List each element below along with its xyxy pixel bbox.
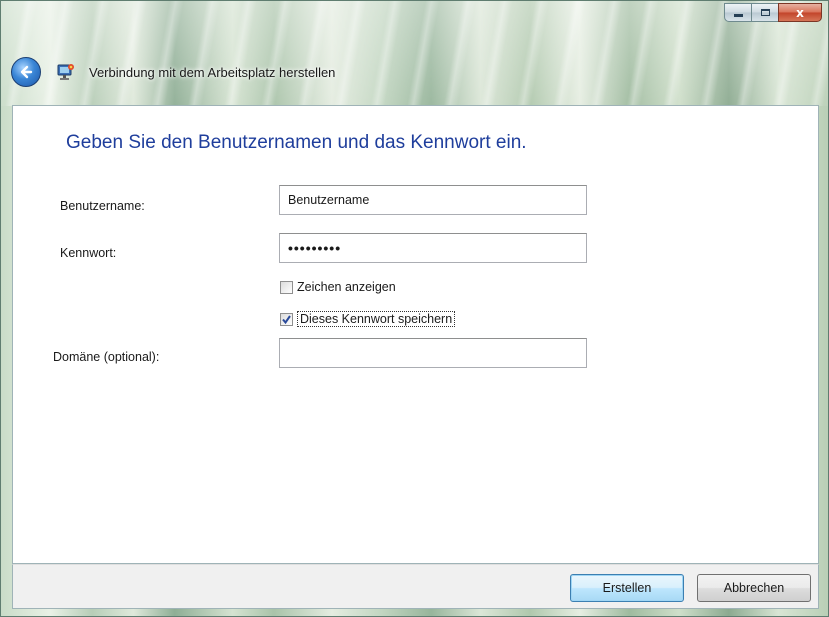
window-title: Verbindung mit dem Arbeitsplatz herstell… (89, 64, 336, 80)
minimize-icon (733, 14, 743, 17)
show-characters-checkbox[interactable] (280, 280, 293, 294)
back-arrow-icon (20, 65, 33, 79)
username-field[interactable]: Benutzername (279, 185, 587, 215)
maximize-icon (760, 9, 770, 16)
button-bar: Erstellen Abbrechen (12, 564, 819, 609)
page-heading: Geben Sie den Benutzernamen und das Kenn… (66, 132, 527, 153)
username-label: Benutzername: (60, 199, 145, 213)
password-value: ••••••••• (288, 240, 342, 256)
minimize-button[interactable] (724, 3, 751, 22)
cancel-button[interactable]: Abbrechen (697, 574, 811, 602)
dialog-window: x Verbindung mit dem Arbeitsplatz herste… (0, 0, 829, 617)
password-field[interactable]: ••••••••• (279, 233, 587, 263)
domain-field[interactable] (279, 338, 587, 368)
close-icon: x (796, 5, 804, 20)
save-password-option[interactable]: Dieses Kennwort speichern (280, 311, 456, 327)
remote-desktop-icon (57, 63, 75, 81)
dialog-content: Geben Sie den Benutzernamen und das Kenn… (12, 105, 819, 564)
show-characters-label: Zeichen anzeigen (297, 280, 396, 294)
close-button[interactable]: x (778, 3, 822, 22)
checkmark-icon (282, 314, 291, 324)
caption-buttons: x (724, 3, 822, 23)
show-characters-option[interactable]: Zeichen anzeigen (280, 280, 396, 294)
domain-label: Domäne (optional): (53, 350, 160, 364)
back-button[interactable] (11, 57, 41, 87)
username-value: Benutzername (288, 193, 370, 207)
save-password-label: Dieses Kennwort speichern (297, 311, 456, 327)
password-label: Kennwort: (60, 246, 117, 260)
create-button[interactable]: Erstellen (570, 574, 684, 602)
maximize-button[interactable] (751, 3, 778, 22)
save-password-checkbox[interactable] (280, 312, 293, 326)
title-bar: Verbindung mit dem Arbeitsplatz herstell… (11, 55, 335, 89)
